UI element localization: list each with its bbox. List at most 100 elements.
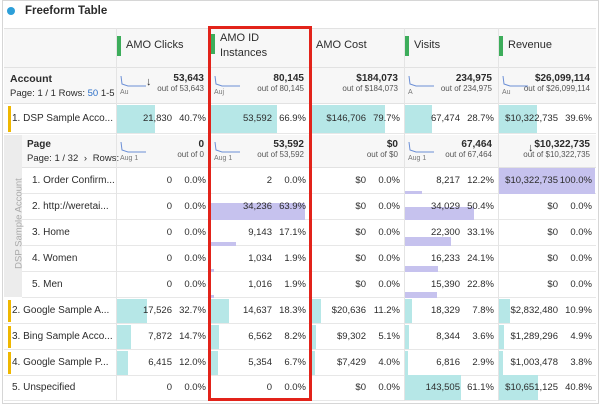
column-label: AMO Clicks	[126, 39, 184, 51]
pagination-text: Page: 1 / 32	[27, 153, 79, 164]
cell-value: $0	[355, 381, 366, 393]
cell-value: 0	[166, 227, 172, 238]
cell-value: $1,003,478	[510, 357, 558, 368]
dimension-label-page[interactable]: Page	[27, 139, 51, 150]
sort-arrow-icon[interactable]: ↓	[528, 142, 534, 154]
column-header-revenue[interactable]: Revenue	[498, 28, 596, 68]
cell-percent: 0.0%	[184, 253, 206, 264]
column-divider	[404, 220, 405, 246]
cell-percent: 3.6%	[472, 331, 494, 342]
column-divider	[404, 272, 405, 298]
cell-percent: 0.0%	[184, 201, 206, 212]
row-label[interactable]: 5. Men	[32, 279, 63, 290]
cell-percent: 79.7%	[373, 113, 400, 124]
column-label: Revenue	[508, 39, 553, 51]
column-header-amo-clicks[interactable]: AMO Clicks	[116, 28, 210, 68]
column-divider	[498, 168, 499, 194]
column-divider	[116, 324, 117, 350]
column-header-visits[interactable]: Visits	[404, 28, 498, 68]
sparkline-icon	[408, 141, 434, 153]
sparkline-icon	[408, 75, 434, 87]
column-divider	[498, 68, 499, 104]
cell-percent: 0.0%	[184, 381, 206, 393]
row-label[interactable]: 2. Google Sample A...	[12, 305, 109, 316]
cell-value: 15,390	[430, 279, 460, 290]
cell-percent: 24.1%	[467, 253, 494, 264]
column-divider	[404, 374, 405, 401]
cell-percent: 0.0%	[378, 175, 400, 186]
chevron-right-icon[interactable]: ›	[84, 153, 87, 164]
panel-status-dot	[7, 7, 15, 15]
cell-percent: 0.0%	[378, 279, 400, 290]
row-label[interactable]: 5. Unspecified	[12, 382, 75, 393]
row-label[interactable]: 4. Google Sample P...	[12, 357, 109, 368]
histogram-bar	[405, 292, 437, 298]
selection-indicator	[8, 352, 11, 374]
cell-percent: 4.0%	[378, 357, 400, 368]
total-value: $0	[386, 139, 398, 150]
column-divider	[498, 134, 499, 170]
cell-value: $0	[547, 279, 558, 290]
cell-value: 8,344	[436, 331, 460, 342]
sparkline: Au	[120, 74, 148, 96]
cell-value: 6,415	[148, 357, 172, 368]
cell-percent: 0.0%	[378, 253, 400, 264]
column-divider	[498, 298, 499, 324]
total-value: $10,322,735	[534, 139, 590, 150]
column-label: AMO Cost	[316, 39, 367, 51]
cell-percent: 2.9%	[472, 357, 494, 368]
column-divider	[404, 168, 405, 194]
cell-value: 8,217	[436, 175, 460, 186]
cell-percent: 14.7%	[179, 331, 206, 342]
cell-value: 67,474	[430, 113, 460, 124]
cell-value: $1,289,296	[510, 331, 558, 342]
cell-value: $7,429	[336, 357, 366, 368]
cell-percent: 22.8%	[467, 279, 494, 290]
cell-value: $10,651,125	[505, 381, 558, 393]
sparkline-axis-label: Aug 1	[120, 155, 139, 162]
cell-percent: 0.0%	[378, 227, 400, 238]
row-label[interactable]: 3. Bing Sample Acco...	[12, 331, 113, 342]
column-divider	[116, 272, 117, 298]
cell-percent: 0.0%	[184, 227, 206, 238]
cell-percent: 32.7%	[179, 305, 206, 316]
pagination: Page: 1 / 1 Rows: 50 1-5	[10, 88, 115, 99]
column-divider	[116, 68, 117, 104]
sparkline-icon	[120, 141, 146, 153]
sort-arrow-icon[interactable]: ↓	[146, 76, 152, 88]
column-divider	[404, 350, 405, 376]
cell-percent: 33.1%	[467, 227, 494, 238]
column-divider	[404, 104, 405, 134]
cell-percent: 0.0%	[184, 279, 206, 290]
total-out-of: out of $0	[366, 150, 398, 159]
cell-percent: 0.0%	[378, 381, 400, 393]
cell-value: 0	[166, 175, 172, 186]
row-label[interactable]: 1. Order Confirm...	[32, 175, 115, 186]
row-label[interactable]: 2. http://weretai...	[32, 201, 109, 212]
cell-value: $0	[355, 227, 366, 238]
cell-percent: 5.1%	[378, 331, 400, 342]
row-label[interactable]: 1. DSP Sample Acco...	[12, 113, 113, 124]
cell-value: $0	[355, 279, 366, 290]
column-header-amo-cost[interactable]: AMO Cost	[310, 28, 404, 68]
cell-value: 22,300	[430, 227, 460, 238]
total-value: $184,073	[356, 73, 398, 84]
histogram-bar	[405, 237, 451, 246]
drag-handle-icon[interactable]	[405, 36, 409, 56]
column-divider	[498, 246, 499, 272]
dimension-label-account[interactable]: Account	[10, 73, 52, 85]
cell-percent: 40.8%	[565, 381, 592, 393]
row-label[interactable]: 4. Women	[32, 253, 77, 264]
cell-value: $2,832,480	[510, 305, 558, 316]
drag-handle-icon[interactable]	[499, 36, 503, 56]
sparkline-icon	[502, 75, 528, 87]
cell-percent: 7.8%	[472, 305, 494, 316]
row-label[interactable]: 3. Home	[32, 227, 70, 238]
column-label: Visits	[414, 39, 441, 51]
rows-per-page-select[interactable]: 50	[88, 88, 99, 99]
drag-handle-icon[interactable]	[117, 36, 121, 56]
cell-percent: 0.0%	[378, 201, 400, 212]
sparkline-axis-label: Aug 1	[408, 155, 427, 162]
cell-percent: 100.0%	[559, 175, 592, 186]
selection-indicator	[8, 300, 11, 322]
